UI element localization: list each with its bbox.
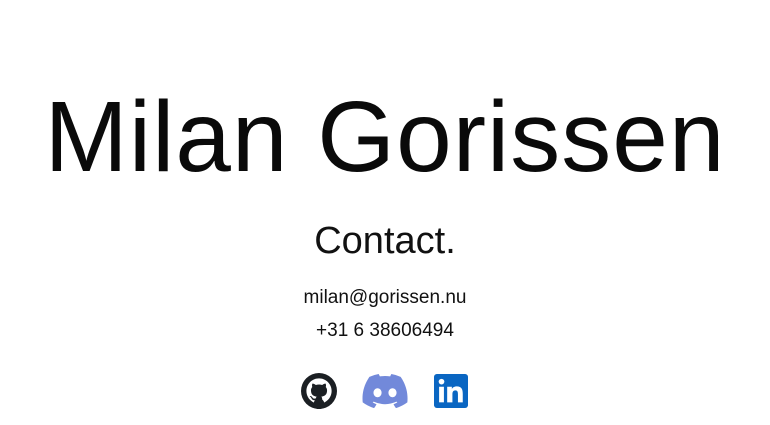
linkedin-icon (434, 374, 468, 408)
social-links (0, 373, 770, 409)
page: Milan Gorissen Contact. milan@gorissen.n… (0, 0, 770, 425)
github-icon (301, 373, 337, 409)
discord-icon (362, 374, 408, 408)
discord-link[interactable] (362, 373, 408, 409)
github-link[interactable] (296, 373, 342, 409)
email-link[interactable]: milan@gorissen.nu (0, 286, 770, 310)
page-title: Milan Gorissen (44, 81, 726, 193)
linkedin-link[interactable] (428, 373, 474, 409)
contact-heading: Contact. (314, 220, 456, 262)
phone-link[interactable]: +31 6 38606494 (0, 319, 770, 343)
